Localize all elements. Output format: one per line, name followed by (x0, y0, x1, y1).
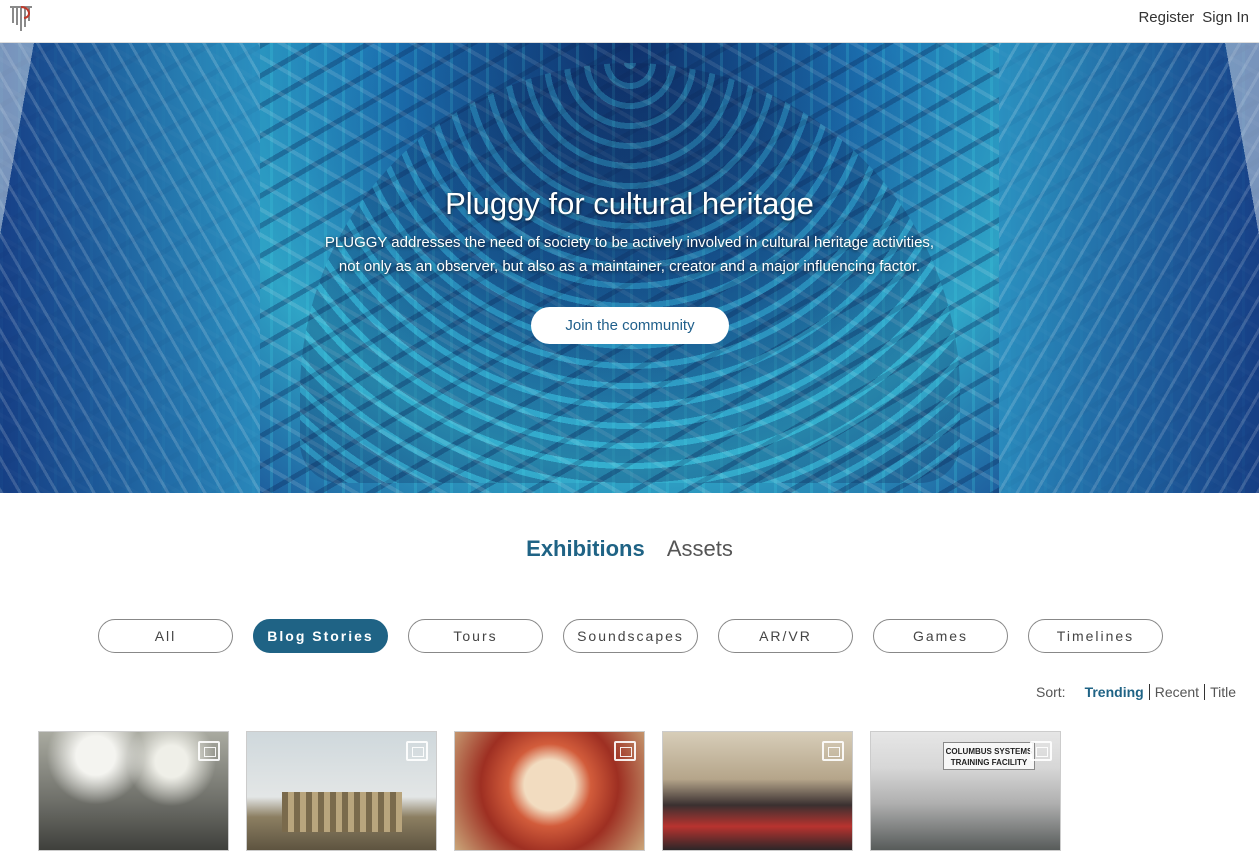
pluggy-logo[interactable] (8, 3, 36, 33)
join-community-button[interactable]: Join the community (531, 307, 729, 344)
parthenon-image (282, 792, 402, 832)
exhibition-icon (614, 741, 636, 761)
tab-exhibitions[interactable]: Exhibitions (526, 536, 645, 562)
hero-subtitle-line1: PLUGGY addresses the need of society to … (324, 234, 935, 251)
exhibition-card[interactable] (454, 731, 645, 851)
filter-timelines[interactable]: Timelines (1028, 619, 1163, 653)
category-filters: All Blog Stories Tours Soundscapes AR/VR… (98, 619, 1163, 653)
auth-links: Register Sign In (1138, 9, 1249, 26)
filter-blog-stories[interactable]: Blog Stories (253, 619, 388, 653)
sort-label: Sort: (1036, 684, 1066, 700)
content-tabs: Exhibitions Assets (0, 536, 1259, 562)
hero-subtitle: PLUGGY addresses the need of society to … (0, 231, 1259, 279)
sign-line2: TRAINING FACILITY (950, 758, 1028, 767)
hero-title: Pluggy for cultural heritage (445, 186, 814, 221)
sign-in-link[interactable]: Sign In (1202, 9, 1249, 26)
hero-banner: Pluggy for cultural heritage PLUGGY addr… (0, 43, 1259, 493)
exhibition-card[interactable] (38, 731, 229, 851)
exhibition-icon (198, 741, 220, 761)
filter-soundscapes[interactable]: Soundscapes (563, 619, 698, 653)
filter-all[interactable]: All (98, 619, 233, 653)
exhibition-card[interactable]: COLUMBUS SYSTEMS TRAINING FACILITY (870, 731, 1061, 851)
tab-assets[interactable]: Assets (667, 536, 733, 562)
exhibition-icon (822, 741, 844, 761)
sort-trending[interactable]: Trending (1080, 684, 1149, 700)
exhibition-icon (406, 741, 428, 761)
exhibition-card[interactable] (246, 731, 437, 851)
sign-line1: COLUMBUS SYSTEMS (945, 747, 1033, 756)
sort-title[interactable]: Title (1205, 684, 1241, 700)
exhibition-grid: COLUMBUS SYSTEMS TRAINING FACILITY (38, 731, 1061, 851)
filter-games[interactable]: Games (873, 619, 1008, 653)
facility-sign: COLUMBUS SYSTEMS TRAINING FACILITY (943, 742, 1035, 770)
sort-recent[interactable]: Recent (1150, 684, 1204, 700)
register-link[interactable]: Register (1138, 9, 1194, 26)
hero-subtitle-line2: not only as an observer, but also as a m… (338, 258, 921, 275)
filter-ar-vr[interactable]: AR/VR (718, 619, 853, 653)
sort-controls: Sort: Trending Recent Title (1036, 684, 1241, 700)
exhibition-card[interactable] (662, 731, 853, 851)
top-bar: Register Sign In (0, 0, 1259, 43)
exhibition-icon (1030, 741, 1052, 761)
filter-tours[interactable]: Tours (408, 619, 543, 653)
